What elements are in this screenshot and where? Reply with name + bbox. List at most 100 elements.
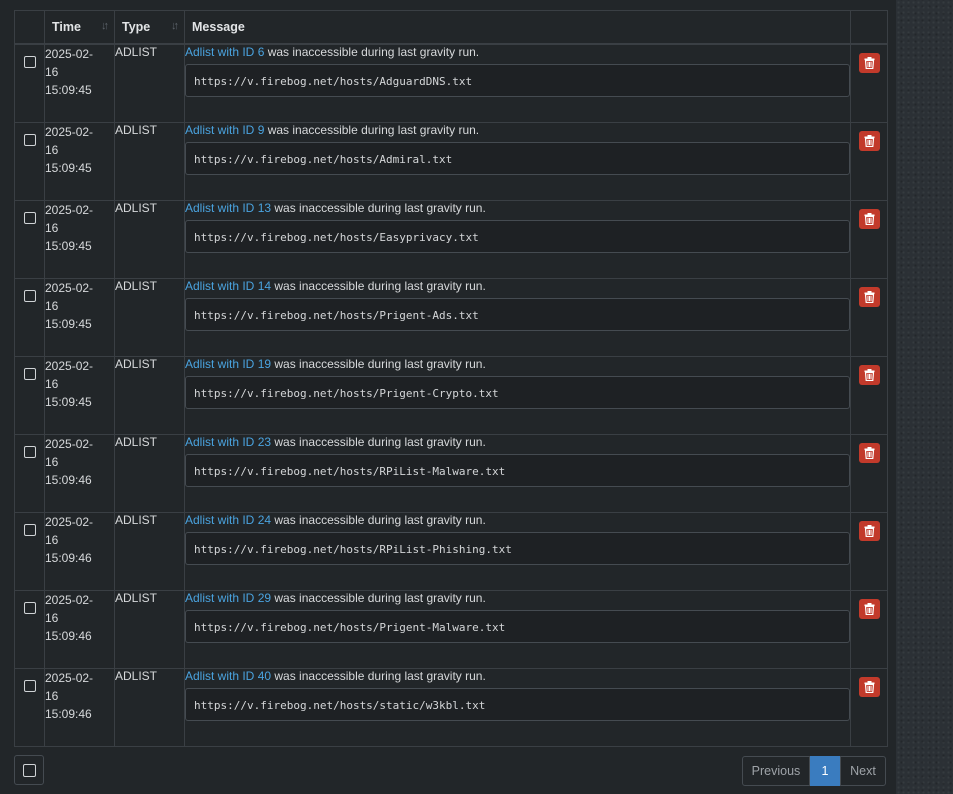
time-date: 2025-02- (45, 436, 94, 451)
page: Time ↓↑ Type ↓↑ Message 2025-02- 16 15:0… (0, 0, 953, 794)
delete-button[interactable] (858, 208, 880, 229)
delete-button[interactable] (858, 442, 880, 463)
sort-icon[interactable]: ↓↑ (171, 20, 179, 32)
header-message: Message (184, 10, 851, 45)
type-cell: ADLIST (114, 43, 185, 123)
table-row: 2025-02- 16 15:09:46 ADLIST Adlist with … (14, 511, 888, 591)
message-cell: Adlist with ID 14 was inaccessible durin… (184, 277, 851, 357)
adlist-link[interactable]: Adlist with ID 19 (185, 357, 271, 371)
message-suffix: was inaccessible during last gravity run… (264, 122, 480, 137)
row-checkbox[interactable] (23, 133, 36, 146)
adlist-link-prefix: Adlist with ID (185, 668, 258, 683)
time-day: 16 (45, 688, 59, 703)
type-label: ADLIST (115, 512, 158, 527)
adlist-id: 23 (257, 434, 272, 449)
delete-button[interactable] (858, 286, 880, 307)
delete-button[interactable] (858, 364, 880, 385)
adlist-url-box[interactable]: https://v.firebog.net/hosts/RPiList-Phis… (185, 531, 850, 565)
time-day: 16 (45, 298, 59, 313)
checkbox-square (23, 764, 36, 777)
header-actions (850, 10, 888, 45)
adlist-url-box[interactable]: https://v.firebog.net/hosts/static/w3kbl… (185, 687, 850, 721)
adlist-id: 13 (257, 200, 272, 215)
row-select-cell (14, 121, 45, 201)
trash-icon (864, 134, 874, 147)
select-all-checkbox[interactable] (14, 755, 44, 785)
message-table: Time ↓↑ Type ↓↑ Message 2025-02- 16 15:0… (14, 10, 888, 747)
message-suffix: was inaccessible during last gravity run… (271, 434, 486, 449)
trash-icon (864, 680, 874, 693)
previous-page-button[interactable]: Previous (742, 756, 810, 786)
adlist-link[interactable]: Adlist with ID 13 (185, 201, 271, 215)
delete-button[interactable] (858, 130, 880, 151)
type-label: ADLIST (115, 200, 158, 215)
time-date: 2025-02- (45, 358, 94, 373)
delete-button[interactable] (858, 598, 880, 619)
row-select-cell (14, 43, 45, 123)
row-checkbox[interactable] (23, 523, 36, 536)
message-text: Adlist with ID 40 was inaccessible durin… (185, 669, 850, 684)
row-checkbox[interactable] (23, 367, 36, 380)
row-checkbox[interactable] (23, 679, 36, 692)
next-page-button[interactable]: Next (840, 756, 886, 786)
adlist-link[interactable]: Adlist with ID 23 (185, 435, 271, 449)
adlist-url-box[interactable]: https://v.firebog.net/hosts/Prigent-Cryp… (185, 375, 850, 409)
trash-icon (864, 57, 874, 69)
type-label: ADLIST (115, 590, 158, 605)
type-cell: ADLIST (114, 277, 185, 357)
row-checkbox[interactable] (23, 445, 36, 458)
time-cell: 2025-02- 16 15:09:46 (44, 589, 115, 669)
time-clock: 15:09:45 (45, 394, 92, 409)
action-cell (850, 355, 888, 435)
adlist-url-box[interactable]: https://v.firebog.net/hosts/Prigent-Malw… (185, 609, 850, 643)
adlist-url-box[interactable]: https://v.firebog.net/hosts/Prigent-Ads.… (185, 297, 850, 331)
row-checkbox[interactable] (23, 211, 36, 224)
message-suffix: was inaccessible during last gravity run… (271, 278, 486, 293)
trash-icon (864, 212, 874, 225)
table-row: 2025-02- 16 15:09:45 ADLIST Adlist with … (14, 277, 888, 357)
row-select-cell (14, 355, 45, 435)
table-row: 2025-02- 16 15:09:46 ADLIST Adlist with … (14, 667, 888, 747)
type-cell: ADLIST (114, 199, 185, 279)
type-label: ADLIST (115, 356, 158, 371)
action-cell (850, 511, 888, 591)
adlist-url-box[interactable]: https://v.firebog.net/hosts/Easyprivacy.… (185, 219, 850, 253)
time-day: 16 (45, 532, 59, 547)
adlist-link[interactable]: Adlist with ID 29 (185, 591, 271, 605)
adlist-url-box[interactable]: https://v.firebog.net/hosts/AdguardDNS.t… (185, 64, 850, 97)
header-type[interactable]: Type ↓↑ (114, 10, 185, 45)
message-log-panel: Time ↓↑ Type ↓↑ Message 2025-02- 16 15:0… (0, 0, 896, 794)
adlist-id: 19 (257, 356, 272, 371)
type-label: ADLIST (115, 278, 158, 293)
delete-button[interactable] (858, 53, 880, 73)
adlist-link[interactable]: Adlist with ID 9 (185, 123, 264, 137)
header-message-label: Message (192, 20, 245, 34)
adlist-link[interactable]: Adlist with ID 6 (185, 45, 264, 59)
row-checkbox[interactable] (23, 601, 36, 614)
row-checkbox[interactable] (23, 289, 36, 302)
trash-icon (864, 368, 874, 381)
adlist-link[interactable]: Adlist with ID 24 (185, 513, 271, 527)
header-time[interactable]: Time ↓↑ (44, 10, 115, 45)
delete-button[interactable] (858, 676, 880, 697)
page-1-button[interactable]: 1 (810, 756, 840, 786)
row-select-cell (14, 277, 45, 357)
time-cell: 2025-02- 16 15:09:46 (44, 433, 115, 513)
time-day: 16 (45, 220, 59, 235)
time-cell: 2025-02- 16 15:09:45 (44, 121, 115, 201)
time-cell: 2025-02- 16 15:09:45 (44, 199, 115, 279)
adlist-url-box[interactable]: https://v.firebog.net/hosts/RPiList-Malw… (185, 453, 850, 487)
time-clock: 15:09:46 (45, 706, 92, 721)
adlist-link[interactable]: Adlist with ID 40 (185, 669, 271, 683)
delete-button[interactable] (858, 520, 880, 541)
time-day: 16 (45, 454, 59, 469)
adlist-link[interactable]: Adlist with ID 14 (185, 279, 271, 293)
action-cell (850, 589, 888, 669)
message-cell: Adlist with ID 40 was inaccessible durin… (184, 667, 851, 747)
adlist-url-box[interactable]: https://v.firebog.net/hosts/Admiral.txt (185, 141, 850, 175)
time-cell: 2025-02- 16 15:09:46 (44, 511, 115, 591)
time-date: 2025-02- (45, 280, 94, 295)
row-checkbox[interactable] (23, 56, 36, 68)
sort-icon[interactable]: ↓↑ (101, 20, 109, 32)
trash-icon (864, 602, 874, 615)
